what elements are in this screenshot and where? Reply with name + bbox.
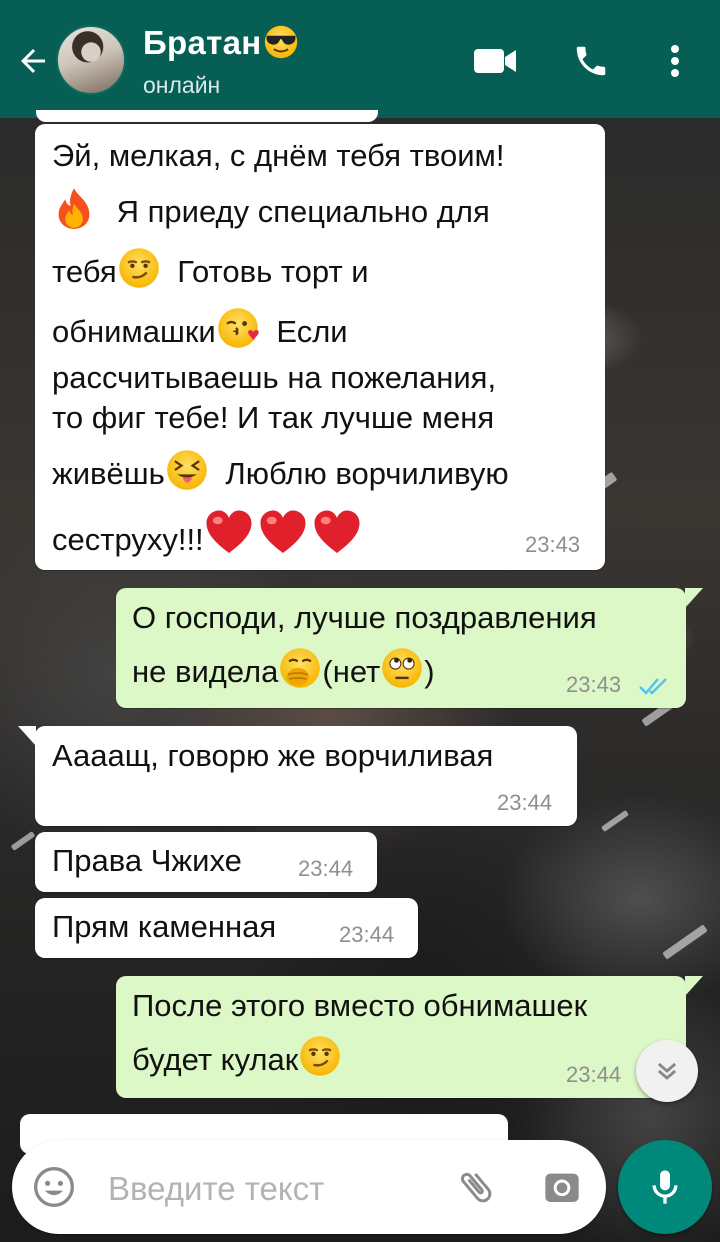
message-line: рассчитываешь на пожелания, — [52, 360, 497, 395]
message-time: 23:44 — [339, 922, 395, 947]
emoji-icon[interactable] — [30, 1163, 78, 1211]
scroll-to-bottom-button[interactable] — [636, 1040, 698, 1102]
message-bubble-incoming[interactable]: Права Чжихе 23:44 — [35, 832, 377, 892]
message-line: будет кулак — [132, 1034, 342, 1078]
red-heart-emoji-icon — [312, 508, 362, 558]
message-input-bar[interactable]: Введите текст — [12, 1140, 606, 1234]
contact-avatar[interactable] — [56, 25, 126, 95]
message-line: Права Чжихе — [52, 843, 242, 878]
double-chevron-down-icon — [657, 1062, 677, 1080]
message-line: обнимашки Если — [52, 306, 348, 350]
message-time: 23:43 — [566, 672, 622, 697]
message-input[interactable]: Введите текст — [108, 1170, 324, 1208]
camera-icon[interactable] — [538, 1163, 586, 1211]
message-time: 23:43 — [525, 532, 581, 557]
sunglasses-emoji-icon — [263, 24, 299, 60]
face-with-rolling-eyes-emoji-icon — [380, 646, 424, 690]
message-line: то фиг тебе! И так лучше меня — [52, 400, 495, 435]
red-heart-emoji-icon — [258, 508, 308, 558]
message-line: Эй, мелкая, с днём тебя твоим! — [52, 138, 505, 173]
contact-status: онлайн — [143, 72, 221, 98]
message-line: После этого вместо обнимашек — [132, 988, 588, 1023]
phone-call-icon[interactable] — [568, 38, 614, 84]
fire-emoji-icon — [52, 186, 96, 230]
message-bubble-incoming[interactable]: Аааащ, говорю же ворчиливая 23:44 — [35, 726, 577, 826]
message-line: не видела (нет) — [132, 646, 435, 690]
video-call-icon[interactable] — [472, 38, 518, 84]
message-line: Я приеду специально для — [52, 186, 490, 230]
message-bubble-incoming[interactable]: Прям каменная 23:44 — [35, 898, 418, 958]
message-line: О господи, лучше поздравления — [132, 600, 597, 635]
bubble-tail — [685, 976, 703, 996]
partial-message-top — [36, 110, 378, 122]
red-heart-emoji-icon — [204, 508, 254, 558]
contact-name[interactable]: Братан — [143, 24, 299, 62]
message-time: 23:44 — [298, 856, 354, 881]
mic-icon — [652, 1170, 678, 1204]
message-line: живёшь Люблю ворчиливую — [52, 448, 509, 492]
bubble-tail — [685, 588, 703, 608]
face-with-hand-over-mouth-emoji-icon — [278, 646, 322, 690]
bubble-tail — [18, 726, 36, 746]
face-blowing-kiss-emoji-icon — [216, 306, 260, 350]
message-line: сеструху!!! — [52, 508, 362, 558]
smirking-face-emoji-icon — [298, 1034, 342, 1078]
message-line: тебя Готовь торт и — [52, 246, 369, 290]
attach-icon[interactable] — [452, 1163, 500, 1211]
message-line: Аааащ, говорю же ворчиливая — [52, 738, 494, 773]
smirking-face-emoji-icon — [117, 246, 161, 290]
read-double-check-icon — [639, 678, 667, 695]
message-time: 23:44 — [566, 1062, 622, 1087]
message-bubble-outgoing[interactable]: После этого вместо обнимашек будет кулак… — [116, 976, 686, 1098]
message-time: 23:44 — [497, 790, 553, 815]
back-arrow-icon[interactable] — [10, 38, 56, 84]
mic-button[interactable] — [618, 1140, 712, 1234]
message-bubble-outgoing[interactable]: О господи, лучше поздравления не видела(… — [116, 588, 686, 708]
message-bubble-incoming[interactable]: Эй, мелкая, с днём тебя твоим! Я приеду … — [35, 124, 605, 570]
message-line: Прям каменная — [52, 909, 277, 944]
chat-header: Братан онлайн — [0, 0, 720, 118]
squinting-face-with-tongue-emoji-icon — [165, 448, 209, 492]
more-options-icon[interactable] — [652, 38, 698, 84]
